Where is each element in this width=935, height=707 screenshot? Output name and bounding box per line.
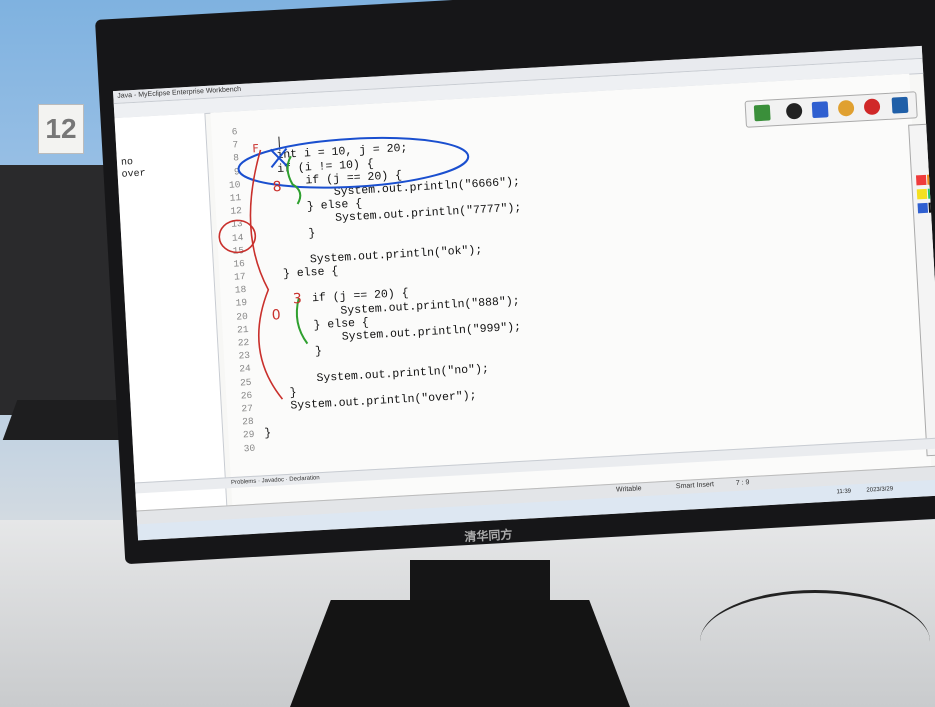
blue-swatch[interactable] <box>917 202 929 214</box>
orange-swatch[interactable] <box>926 174 935 185</box>
annotation-red-mark: F <box>252 142 259 155</box>
console-line: over <box>121 168 146 181</box>
user-icon[interactable] <box>837 99 855 117</box>
status-insert-mode: Smart Insert <box>675 481 715 491</box>
tab-declaration[interactable]: Declaration <box>289 475 320 483</box>
pen-thickness-icon[interactable] <box>785 102 803 120</box>
monitor: Java - MyEclipse Enterprise Workbench no… <box>95 0 935 565</box>
code-editor[interactable]: 6 7 8 9 10 11 12 13 14 15 16 17 18 19 20 21 22 23 24 25 26 27… <box>210 73 932 508</box>
green-swatch[interactable] <box>927 188 935 199</box>
annotation-blue-cross <box>269 147 289 168</box>
monitor-base <box>290 600 630 707</box>
board-icon[interactable] <box>891 96 909 114</box>
annotation-red-mark: 3 <box>292 291 302 307</box>
pen-annotations: F 8 3 0 <box>218 136 470 400</box>
clock-time: 11:39 <box>836 488 852 496</box>
monitor-brand-logo: 清华同方 <box>464 527 513 545</box>
status-writable: Writable <box>615 485 642 494</box>
cable <box>700 590 930 693</box>
black-swatch[interactable] <box>928 202 935 213</box>
desk-number-tag-secondary: 12 <box>38 104 84 154</box>
clock-date: 2023/3/29 <box>866 486 894 494</box>
annotation-red-mark: 0 <box>271 307 281 323</box>
annotation-green-brace <box>286 155 302 205</box>
tab-problems[interactable]: Problems <box>231 479 257 486</box>
screen-icon[interactable] <box>753 104 771 122</box>
status-cursor-position: 7 : 9 <box>735 479 750 487</box>
yellow-swatch[interactable] <box>916 188 928 200</box>
console-output: no over <box>121 156 146 181</box>
record-icon[interactable] <box>863 98 881 116</box>
annotation-red-mark: 8 <box>272 179 282 195</box>
pen-icon[interactable] <box>811 101 829 119</box>
tab-javadoc[interactable]: Javadoc <box>262 477 285 484</box>
red-swatch[interactable] <box>915 174 927 186</box>
screen: Java - MyEclipse Enterprise Workbench no… <box>112 45 935 541</box>
console-panel: no over <box>114 112 228 513</box>
